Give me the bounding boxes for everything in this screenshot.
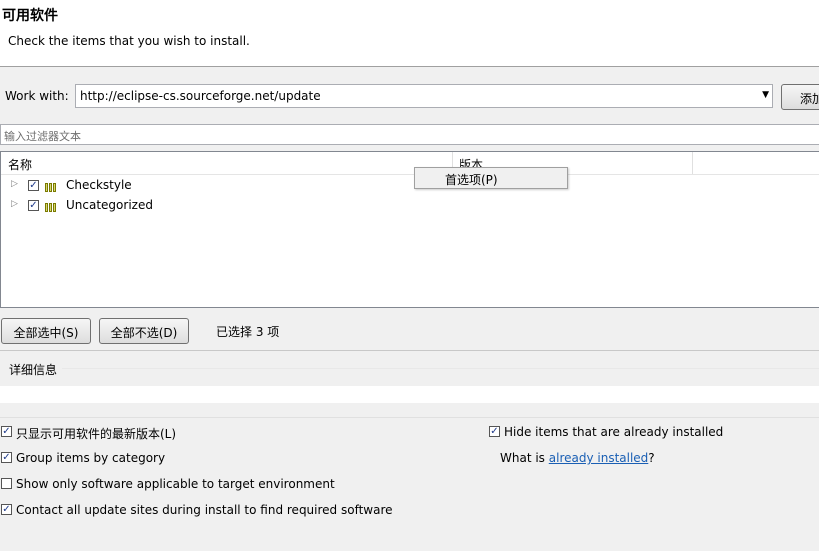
option-label: 只显示可用软件的最新版本(L) [16, 427, 177, 441]
column-divider[interactable] [692, 152, 693, 174]
option-label: Show only software applicable to target … [16, 477, 335, 491]
option-checkbox[interactable]: ✓ [1, 452, 12, 463]
option-label: Hide items that are already installed [504, 425, 724, 439]
column-header-name[interactable]: 名称 [8, 156, 32, 173]
checkmark-icon: ✓ [2, 426, 11, 437]
work-with-label: Work with: [5, 89, 69, 103]
select-all-button[interactable]: 全部选中(S) [1, 318, 91, 344]
details-divider [62, 368, 819, 369]
wizard-header: 可用软件 Check the items that you wish to in… [0, 0, 819, 67]
hint-suffix: ? [648, 451, 655, 465]
option-label: Contact all update sites during install … [16, 503, 393, 517]
feature-package-icon [45, 181, 61, 192]
section-divider [0, 350, 819, 351]
option-checkbox[interactable]: ✓ [1, 504, 12, 515]
details-text-area[interactable] [0, 386, 819, 403]
menu-item-preferences[interactable]: 首选项(P) [445, 171, 498, 188]
deselect-all-button[interactable]: 全部不选(D) [99, 318, 189, 344]
tree-row-label: Checkstyle [66, 178, 132, 192]
tree-row-uncategorized[interactable]: ▷ ✓ Uncategorized [1, 196, 819, 216]
tree-row-checkbox[interactable]: ✓ [28, 180, 39, 191]
expand-triangle-icon[interactable]: ▷ [11, 179, 18, 189]
filter-placeholder: 输入过滤器文本 [4, 130, 81, 143]
already-installed-hint: What is already installed? [500, 451, 655, 465]
tree-row-checkbox[interactable]: ✓ [28, 200, 39, 211]
hint-prefix: What is [500, 451, 549, 465]
software-tree[interactable]: 名称 版本 ▷ ✓ Checkstyle ▷ ✓ Uncategorized [0, 151, 819, 308]
context-menu: 首选项(P) [414, 167, 568, 189]
feature-package-icon [45, 201, 61, 212]
dropdown-arrow-icon[interactable]: ▼ [762, 90, 769, 100]
expand-triangle-icon[interactable]: ▷ [11, 199, 18, 209]
work-with-value: http://eclipse-cs.sourceforge.net/update [80, 89, 321, 103]
tree-header: 名称 版本 [1, 152, 819, 175]
already-installed-link[interactable]: already installed [549, 451, 649, 465]
checkmark-icon: ✓ [29, 180, 38, 191]
checkmark-icon: ✓ [2, 504, 11, 515]
tree-row-checkstyle[interactable]: ▷ ✓ Checkstyle [1, 176, 819, 196]
details-label: 详细信息 [9, 363, 58, 377]
checkmark-icon: ✓ [29, 200, 38, 211]
page-title: 可用软件 [2, 8, 58, 24]
checkmark-icon: ✓ [2, 452, 11, 463]
add-site-button[interactable]: 添加 [781, 84, 819, 110]
work-with-combo[interactable]: http://eclipse-cs.sourceforge.net/update… [75, 84, 773, 108]
filter-input[interactable]: 输入过滤器文本 [0, 124, 819, 145]
option-checkbox[interactable] [1, 478, 12, 489]
option-label: Group items by category [16, 451, 166, 465]
tree-row-label: Uncategorized [66, 198, 153, 212]
checkmark-icon: ✓ [490, 426, 499, 437]
option-checkbox[interactable]: ✓ [1, 426, 12, 437]
selected-count-label: 已选择 3 项 [216, 325, 280, 339]
page-subtitle: Check the items that you wish to install… [8, 34, 250, 48]
option-checkbox[interactable]: ✓ [489, 426, 500, 437]
